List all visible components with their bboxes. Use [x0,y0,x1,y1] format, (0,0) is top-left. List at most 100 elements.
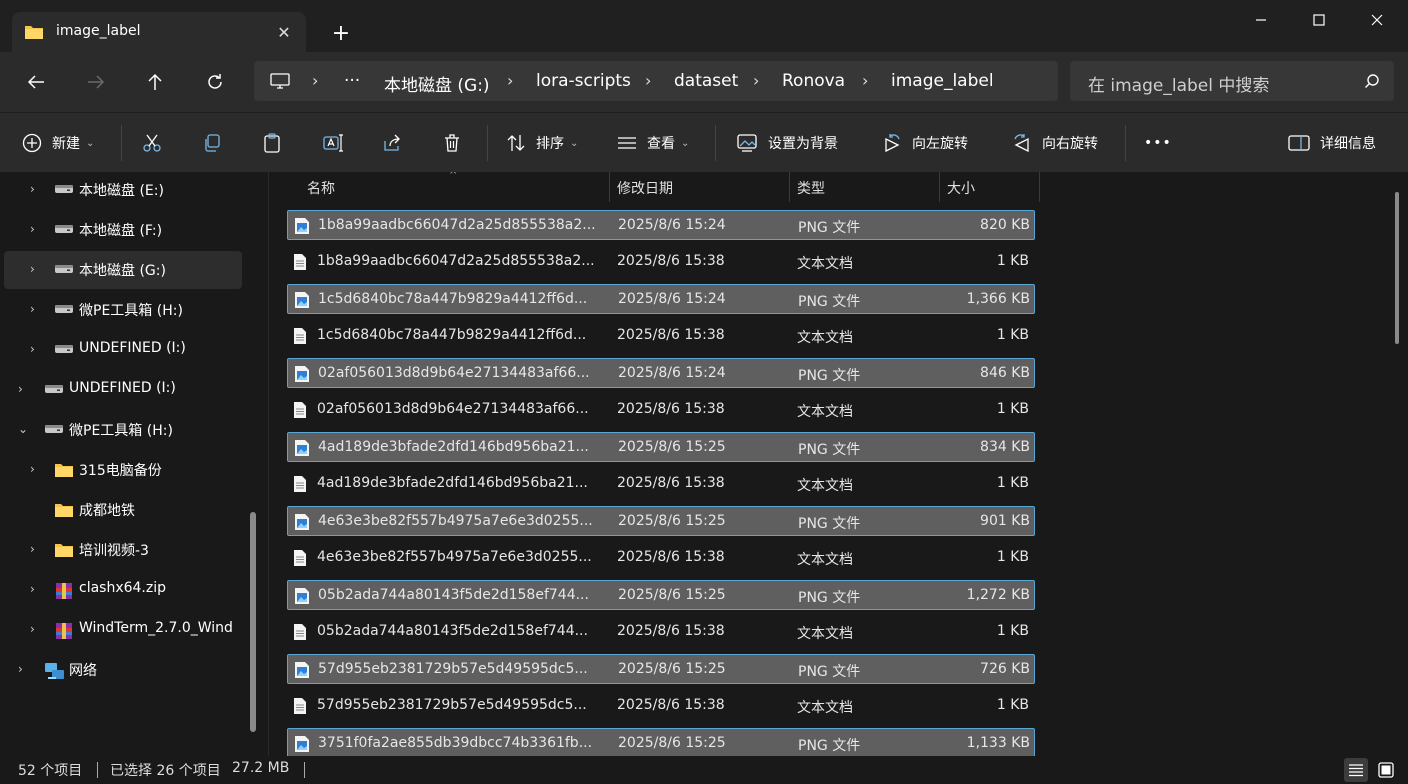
breadcrumb-ronova[interactable]: Ronova [782,71,845,91]
expand-chevron-icon[interactable]: › [30,462,35,476]
column-divider[interactable] [939,172,940,202]
rotate-left-button[interactable]: 向左旋转 [882,129,968,157]
file-row[interactable]: 57d955eb2381729b57e5d49595dc5... 2025/8/6… [287,691,1035,721]
expand-chevron-icon[interactable]: › [30,582,35,596]
breadcrumb-image-label[interactable]: image_label [891,71,994,91]
nav-item[interactable]: › 本地磁盘 (G:) [4,251,242,289]
expand-chevron-icon[interactable]: › [30,302,35,316]
file-row[interactable]: 1b8a99aadbc66047d2a25d855538a2... 2025/8/… [287,210,1035,240]
file-row[interactable]: 02af056013d8d9b64e27134483af66... 2025/8/… [287,395,1035,425]
breadcrumb-lora-scripts[interactable]: lora-scripts [536,71,631,91]
expand-chevron-icon[interactable]: › [30,262,35,276]
more-options-button[interactable]: ••• [1144,129,1172,157]
details-view-button[interactable] [1344,758,1368,782]
nav-item[interactable]: 成都地铁 [4,491,242,529]
sort-button[interactable]: 排序 ⌄ [506,129,578,157]
share-button[interactable] [382,129,402,157]
expand-chevron-icon[interactable]: › [30,542,35,556]
drive-icon [54,262,74,280]
breadcrumb-dataset[interactable]: dataset [674,71,738,91]
forward-button[interactable] [78,66,114,98]
breadcrumb-separator[interactable]: › [862,71,868,90]
breadcrumb-separator[interactable]: › [753,71,759,90]
column-divider[interactable] [789,172,790,202]
computer-icon[interactable] [270,73,290,93]
thumbnail-view-button[interactable] [1374,758,1398,782]
expand-chevron-icon[interactable]: › [30,342,35,356]
file-row[interactable]: 1b8a99aadbc66047d2a25d855538a2... 2025/8/… [287,247,1035,277]
back-button[interactable] [18,66,54,98]
cut-button[interactable] [142,129,162,157]
rotate-left-icon [885,134,900,153]
expand-chevron-icon[interactable]: ⌄ [18,422,28,436]
nav-item[interactable]: › UNDEFINED (I:) [4,331,242,369]
breadcrumb-drive-g[interactable]: 本地磁盘 (G:) [384,71,490,96]
address-bar[interactable]: › ··· 本地磁盘 (G:) › lora-scripts › dataset… [254,61,1058,101]
file-row[interactable]: 3751f0fa2ae855db39dbcc74b3361fb... 2025/8… [287,728,1035,756]
file-name: 02af056013d8d9b64e27134483af66... [318,365,590,381]
nav-item[interactable]: › clashx64.zip [4,571,242,609]
nav-item[interactable]: › 315电脑备份 [4,451,242,489]
file-size: 901 KB [980,513,1030,529]
nav-item[interactable]: › 本地磁盘 (F:) [4,211,242,249]
maximize-button[interactable] [1290,0,1348,40]
breadcrumb-separator[interactable]: › [507,71,513,90]
rotate-right-button[interactable]: 向右旋转 [1012,129,1098,157]
column-header-date[interactable]: 修改日期 [617,178,673,198]
breadcrumb-separator[interactable]: › [645,71,651,90]
new-tab-button[interactable]: + [326,18,356,48]
file-row[interactable]: 05b2ada744a80143f5de2d158ef744... 2025/8/… [287,617,1035,647]
close-tab-icon[interactable]: ✕ [272,20,296,44]
up-button[interactable] [137,66,173,98]
vertical-scrollbar[interactable] [1395,192,1399,344]
breadcrumb-separator[interactable]: › [312,71,318,90]
nav-item[interactable]: › 本地磁盘 (E:) [4,172,242,209]
expand-chevron-icon[interactable]: › [18,662,23,676]
close-window-button[interactable] [1348,0,1406,40]
file-size: 726 KB [980,661,1030,677]
search-box[interactable]: 在 image_label 中搜索 [1070,61,1394,101]
nav-item[interactable]: › 培训视频-3 [4,531,242,569]
nav-item[interactable]: › 网络 [4,651,242,689]
file-name: 4ad189de3bfade2dfd146bd956ba21... [317,475,588,491]
search-input[interactable]: 在 image_label 中搜索 [1088,71,1269,96]
file-row[interactable]: 1c5d6840bc78a447b9829a4412ff6d... 2025/8/… [287,284,1035,314]
file-row[interactable]: 4ad189de3bfade2dfd146bd956ba21... 2025/8/… [287,432,1035,462]
file-row[interactable]: 4ad189de3bfade2dfd146bd956ba21... 2025/8/… [287,469,1035,499]
new-button[interactable]: 新建 ⌄ [22,129,94,157]
column-header-type[interactable]: 类型 [797,178,825,198]
nav-item[interactable]: › UNDEFINED (I:) [4,371,242,409]
file-row[interactable]: 57d955eb2381729b57e5d49595dc5... 2025/8/6… [287,654,1035,684]
expand-chevron-icon[interactable]: › [30,622,35,636]
breadcrumb-overflow[interactable]: ··· [344,71,360,91]
minimize-button[interactable] [1232,0,1290,40]
expand-chevron-icon[interactable]: › [30,222,35,236]
delete-button[interactable] [442,129,462,157]
file-row[interactable]: 02af056013d8d9b64e27134483af66... 2025/8/… [287,358,1035,388]
nav-item[interactable]: › 微PE工具箱 (H:) [4,291,242,329]
nav-item[interactable]: ⌄ 微PE工具箱 (H:) [4,411,242,449]
paste-button[interactable] [262,129,282,157]
file-row[interactable]: 4e63e3be82f557b4975a7e6e3d0255... 2025/8/… [287,543,1035,573]
set-as-background-button[interactable]: 设置为背景 [736,129,838,157]
column-header-size[interactable]: 大小 [947,178,975,198]
tab-image-label[interactable]: image_label ✕ [12,12,306,52]
file-date: 2025/8/6 15:38 [617,327,725,343]
details-pane-button[interactable]: 详细信息 [1288,129,1376,157]
column-header-name[interactable]: 名称 [307,178,335,198]
column-divider[interactable] [609,172,610,202]
file-row[interactable]: 1c5d6840bc78a447b9829a4412ff6d... 2025/8/… [287,321,1035,351]
expand-chevron-icon[interactable]: › [30,182,35,196]
nav-item[interactable]: › WindTerm_2.7.0_Wind [4,611,242,649]
view-button[interactable]: 查看 ⌄ [617,129,689,157]
copy-button[interactable] [202,129,222,157]
column-divider[interactable] [1039,172,1040,202]
file-row[interactable]: 4e63e3be82f557b4975a7e6e3d0255... 2025/8/… [287,506,1035,536]
file-row[interactable]: 05b2ada744a80143f5de2d158ef744... 2025/8/… [287,580,1035,610]
rename-button[interactable] [322,129,344,157]
drive-icon [54,342,74,360]
expand-chevron-icon[interactable]: › [18,382,23,396]
refresh-button[interactable] [197,66,233,98]
nav-scrollbar[interactable] [250,512,256,732]
file-name: 57d955eb2381729b57e5d49595dc5... [317,697,587,713]
